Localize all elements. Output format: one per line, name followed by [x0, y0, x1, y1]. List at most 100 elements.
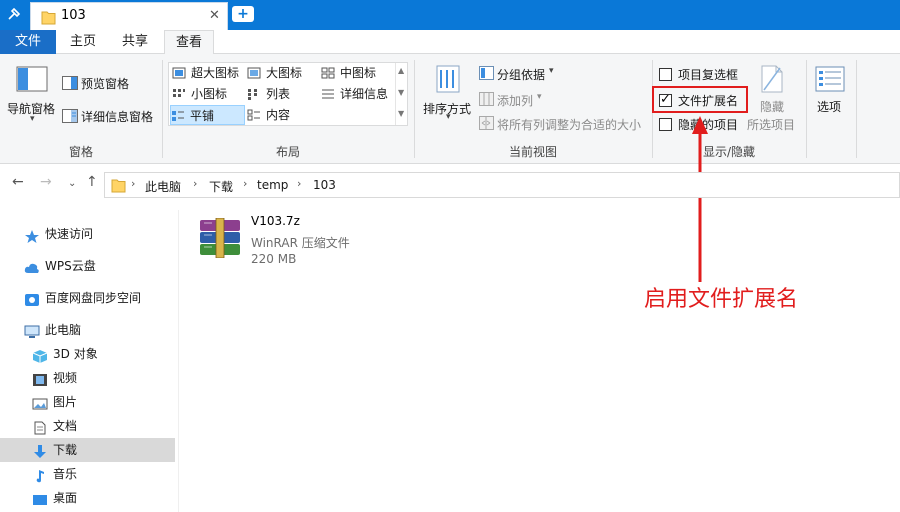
sidebar-item-quick-access[interactable]: 快速访问	[0, 222, 175, 246]
layout-content[interactable]: 内容	[247, 105, 317, 125]
breadcrumb-separator-icon[interactable]: ›	[297, 177, 301, 190]
document-icon	[32, 419, 48, 435]
3d-objects-icon	[32, 347, 48, 363]
breadcrumb-current[interactable]: 103	[313, 178, 336, 192]
file-size: 220 MB	[251, 252, 297, 266]
new-tab-button[interactable]: +	[232, 6, 254, 22]
layout-list[interactable]: 列表	[247, 84, 317, 104]
breadcrumb-separator-icon[interactable]: ›	[131, 177, 135, 190]
group-by-dropdown-icon[interactable]: ▾	[549, 66, 554, 76]
annotation-highlight-box	[652, 86, 748, 113]
content-icon	[247, 107, 261, 121]
video-icon	[32, 371, 48, 386]
hide-button[interactable]: 隐藏	[760, 98, 784, 115]
tiles-icon	[171, 108, 185, 121]
pane-divider[interactable]	[178, 210, 179, 512]
sidebar-item-wps-cloud[interactable]: WPS云盘	[0, 254, 175, 278]
recent-locations-chevron-icon[interactable]: ⌄	[68, 178, 76, 189]
breadcrumb-this-pc[interactable]: 此电脑	[145, 178, 181, 195]
address-bar[interactable]: › 此电脑 › 下载 › temp › 103	[104, 172, 900, 198]
list-icon	[247, 86, 261, 100]
download-arrow-icon	[32, 443, 48, 458]
details-pane-icon[interactable]	[62, 109, 78, 126]
layout-medium-icons[interactable]: 中图标	[321, 63, 397, 83]
navigation-pane-dropdown-icon[interactable]: ▾	[30, 114, 35, 124]
hidden-items-checkbox[interactable]	[659, 118, 672, 131]
preview-pane-button[interactable]: 预览窗格	[81, 75, 129, 92]
layout-scrollbar[interactable]: ▲ ▼ ▼	[395, 63, 408, 125]
navigation-pane-icon[interactable]	[16, 66, 48, 95]
sidebar-item-desktop[interactable]: 桌面	[0, 486, 175, 510]
hide-selected-icon[interactable]	[760, 64, 784, 97]
details-icon	[321, 86, 335, 99]
folder-icon	[111, 177, 126, 196]
computer-icon	[24, 323, 40, 338]
add-column-icon[interactable]	[479, 92, 494, 109]
layout-small-icons[interactable]: 小图标	[172, 84, 244, 104]
breadcrumb-downloads[interactable]: 下载	[209, 178, 233, 195]
ribbon-menu-bar: 文件 主页 共享 查看	[0, 30, 900, 55]
selected-items-label[interactable]: 所选项目	[747, 116, 795, 133]
layout-group-label: 布局	[275, 145, 300, 159]
menu-home[interactable]: 主页	[62, 30, 104, 54]
sidebar-item-this-pc[interactable]: 此电脑	[0, 318, 175, 342]
up-arrow-icon[interactable]: ↑	[86, 174, 98, 190]
sidebar-item-documents[interactable]: 文档	[0, 414, 175, 438]
breadcrumb-temp[interactable]: temp	[257, 178, 288, 192]
breadcrumb-separator-icon[interactable]: ›	[193, 177, 197, 190]
options-button[interactable]: 选项	[817, 98, 841, 115]
quick-access-toolbar-icon[interactable]	[0, 0, 28, 28]
file-tile[interactable]: V103.7z WinRAR 压缩文件 220 MB	[198, 214, 398, 274]
file-name: V103.7z	[251, 214, 300, 228]
options-icon[interactable]	[815, 66, 845, 95]
layout-tiles[interactable]: 平铺	[170, 105, 245, 125]
group-divider	[856, 60, 857, 158]
current-view-group-label: 当前视图	[508, 145, 557, 159]
sidebar-item-music[interactable]: 音乐	[0, 462, 175, 486]
winrar-archive-icon	[198, 217, 244, 261]
back-arrow-icon[interactable]: ←	[12, 174, 24, 190]
details-pane-button[interactable]: 详细信息窗格	[81, 108, 153, 125]
desktop-icon	[32, 491, 48, 505]
add-column-button[interactable]: 添加列	[497, 92, 533, 109]
tab-active[interactable]: 103 ✕	[30, 2, 228, 30]
size-columns-icon[interactable]	[479, 116, 494, 133]
forward-arrow-icon[interactable]: →	[40, 174, 52, 190]
layout-large-icons[interactable]: 大图标	[247, 63, 317, 83]
music-note-icon	[32, 467, 48, 483]
breadcrumb-separator-icon[interactable]: ›	[243, 177, 247, 190]
group-by-icon[interactable]	[479, 66, 494, 83]
close-tab-icon[interactable]: ✕	[209, 8, 220, 23]
menu-share[interactable]: 共享	[114, 30, 156, 54]
sidebar-item-pictures[interactable]: 图片	[0, 390, 175, 414]
preview-pane-icon[interactable]	[62, 76, 78, 93]
group-by-button[interactable]: 分组依据	[497, 66, 545, 83]
sidebar-item-videos[interactable]: 视频	[0, 366, 175, 390]
item-checkboxes-checkbox[interactable]	[659, 68, 672, 81]
sort-by-dropdown-icon[interactable]: ▾	[446, 112, 451, 122]
large-icons-icon	[247, 65, 261, 79]
add-column-dropdown-icon[interactable]: ▾	[537, 92, 542, 102]
scroll-up-icon[interactable]: ▲	[398, 66, 404, 75]
scroll-down-icon[interactable]: ▼	[398, 88, 404, 97]
sidebar-item-baidu-sync[interactable]: 百度网盘同步空间	[0, 286, 175, 310]
layout-details[interactable]: 详细信息	[321, 84, 397, 104]
ribbon: 导航窗格 ▾ 预览窗格 详细信息窗格 窗格 超大图标 大图标 中图标 小图标 列…	[0, 54, 900, 164]
baidu-netdisk-icon	[24, 291, 40, 306]
sort-by-icon[interactable]	[435, 64, 463, 97]
group-divider	[806, 60, 807, 158]
folder-icon	[41, 9, 56, 28]
star-icon	[24, 227, 40, 243]
size-all-columns-button[interactable]: 将所有列调整为合适的大小	[497, 116, 641, 133]
layout-extra-large-icons[interactable]: 超大图标	[172, 63, 244, 83]
item-checkboxes-label[interactable]: 项目复选框	[678, 66, 738, 83]
extra-large-icons-icon	[172, 65, 186, 79]
sidebar-item-downloads[interactable]: 下载	[0, 438, 175, 462]
layout-gallery: 超大图标 大图标 中图标 小图标 列表 详细信息 平铺 内容 ▲ ▼ ▼	[168, 62, 408, 126]
gallery-expand-icon[interactable]: ▼	[398, 109, 404, 118]
sidebar-item-3d-objects[interactable]: 3D 对象	[0, 342, 175, 366]
small-icons-icon	[172, 86, 186, 98]
menu-file[interactable]: 文件	[0, 30, 56, 54]
menu-view[interactable]: 查看	[164, 30, 214, 55]
picture-icon	[32, 395, 48, 410]
